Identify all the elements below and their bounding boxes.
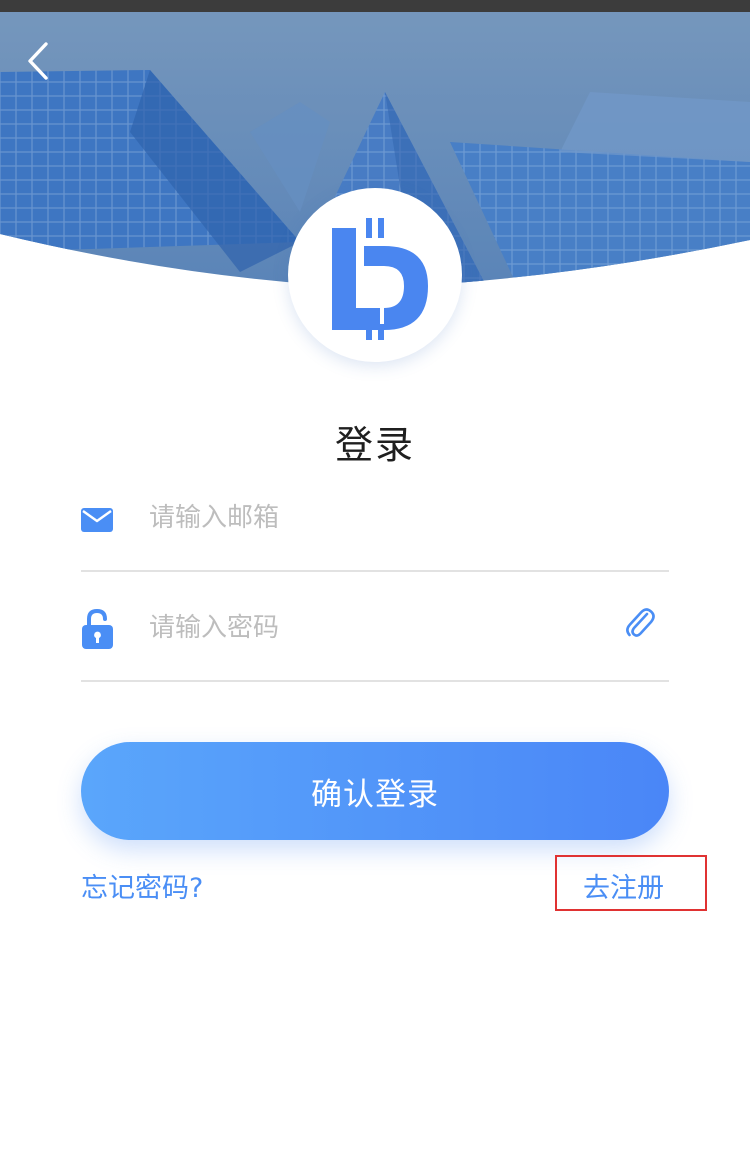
page-title: 登录 [334, 423, 415, 467]
email-input[interactable] [149, 496, 609, 540]
forgot-password-link[interactable]: 忘记密码? [81, 866, 203, 905]
unlock-icon [81, 608, 115, 654]
back-button[interactable] [18, 34, 62, 84]
chevron-left-icon [28, 42, 48, 80]
envelope-icon [81, 506, 115, 538]
password-input[interactable] [149, 606, 609, 650]
app-logo [288, 188, 462, 362]
register-link[interactable]: 去注册 [583, 866, 664, 905]
status-bar [0, 0, 750, 12]
email-field [81, 482, 669, 572]
bitcoin-d-logo-icon [332, 218, 428, 340]
paperclip-icon[interactable] [625, 606, 655, 644]
password-field [81, 592, 669, 682]
confirm-login-button[interactable]: 确认登录 [81, 742, 669, 840]
